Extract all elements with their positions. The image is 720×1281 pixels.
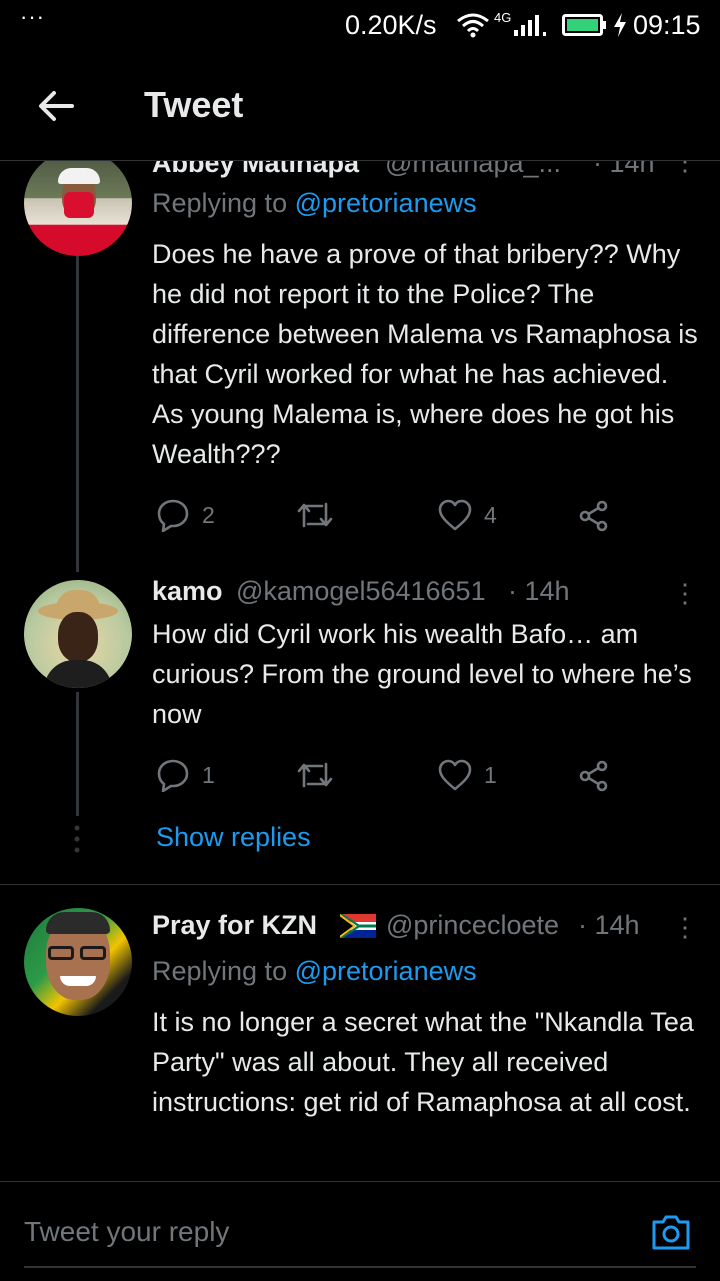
- replying-to: Replying to @pretorianews: [152, 956, 477, 986]
- tweet-author-handle[interactable]: @kamogel56416651: [236, 576, 486, 607]
- retweet-icon: [297, 502, 333, 528]
- replying-to-handle[interactable]: @pretorianews: [295, 188, 477, 218]
- avatar[interactable]: [24, 908, 132, 1016]
- avatar[interactable]: [24, 580, 132, 688]
- more-options-icon[interactable]: ⋮: [672, 578, 698, 609]
- tweet-author-handle[interactable]: @princecloete: [386, 910, 559, 941]
- like-button[interactable]: 4: [438, 499, 497, 531]
- replying-to-handle[interactable]: @pretorianews: [295, 956, 477, 986]
- tweet-author-name[interactable]: Pray for KZN: [152, 910, 317, 941]
- network-type: 4G: [494, 10, 512, 25]
- divider: [0, 884, 720, 885]
- composer-underline: [24, 1266, 696, 1268]
- thread-line: [76, 692, 79, 816]
- show-replies-link[interactable]: Show replies: [156, 822, 311, 853]
- reply-icon: [157, 759, 189, 792]
- tweet-author-name[interactable]: kamo: [152, 576, 223, 607]
- thread-line: [76, 256, 79, 572]
- status-bar: ··· 0.20K/s 4G 09:15: [0, 0, 720, 52]
- battery-icon: [562, 14, 606, 36]
- wifi-icon: [457, 13, 489, 38]
- camera-icon[interactable]: [650, 1212, 692, 1252]
- share-icon[interactable]: [578, 500, 610, 532]
- tweet-text: Does he have a prove of that bribery?? W…: [152, 239, 698, 469]
- like-button[interactable]: 1: [438, 759, 497, 791]
- tweet-text: How did Cyril work his wealth Bafo… am c…: [152, 619, 692, 729]
- notification-dots: ···: [20, 4, 45, 29]
- south-africa-flag-icon: [340, 914, 376, 938]
- retweet-icon: [297, 762, 333, 788]
- reply-button[interactable]: 1: [156, 758, 215, 792]
- heart-icon: [438, 499, 472, 531]
- reply-count: 2: [202, 501, 215, 528]
- back-arrow-icon[interactable]: [36, 86, 76, 126]
- heart-icon: [438, 759, 472, 791]
- reply-input[interactable]: Tweet your reply: [24, 1216, 229, 1248]
- thread-dots-icon: [74, 825, 80, 853]
- reply-icon: [157, 499, 189, 532]
- like-count: 1: [484, 761, 497, 788]
- retweet-button[interactable]: [296, 760, 334, 790]
- reply-composer[interactable]: Tweet your reply: [0, 1181, 720, 1281]
- avatar[interactable]: [24, 150, 132, 256]
- tweet-time: · 14h: [508, 576, 570, 606]
- more-options-icon[interactable]: ⋮: [672, 912, 698, 943]
- share-icon[interactable]: [578, 760, 610, 792]
- clock: 09:15: [633, 10, 701, 40]
- network-speed: 0.20K/s: [345, 10, 437, 40]
- replying-to: Replying to @pretorianews: [152, 188, 477, 218]
- reply-button[interactable]: 2: [156, 498, 215, 532]
- retweet-button[interactable]: [296, 500, 334, 530]
- signal-icon: [514, 15, 546, 36]
- page-title: Tweet: [144, 84, 244, 125]
- like-count: 4: [484, 501, 497, 528]
- tweet-text: It is no longer a secret what the "Nkand…: [152, 1007, 694, 1117]
- reply-count: 1: [202, 761, 215, 788]
- top-bar: Tweet: [0, 52, 720, 161]
- tweet-time: · 14h: [578, 910, 640, 940]
- charging-icon: [614, 13, 626, 37]
